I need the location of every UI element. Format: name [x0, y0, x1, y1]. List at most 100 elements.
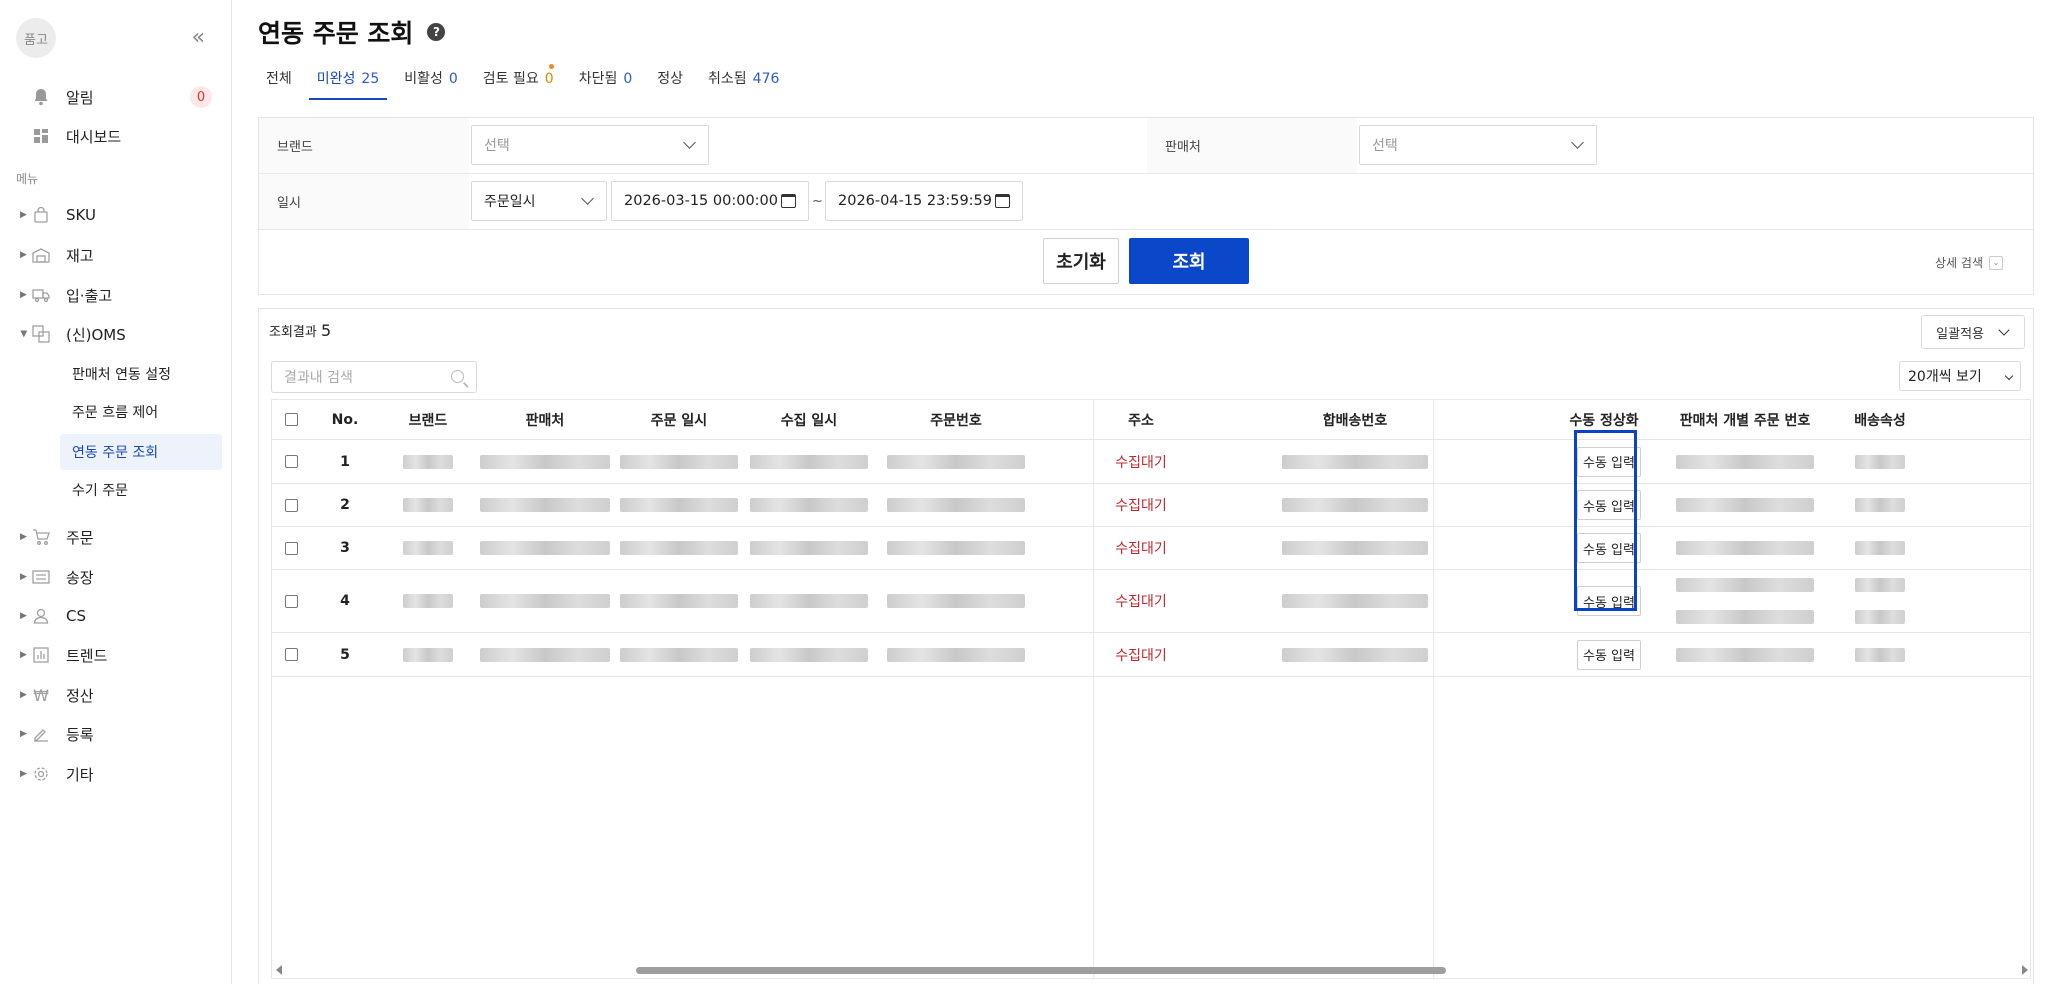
calendar-icon[interactable] [995, 194, 1010, 208]
sidebar-item-oms[interactable]: ▶ (신)OMS [0, 317, 232, 351]
sidebar-sub-order-flow[interactable]: 주문 흐름 제어 [60, 394, 222, 430]
row-checkbox[interactable] [284, 541, 298, 555]
redacted-cell [476, 484, 614, 526]
sidebar-item-label: 트렌드 [66, 646, 108, 665]
sidebar-sub-linked-orders[interactable]: 연동 주문 조회 [60, 434, 222, 470]
page-size-select[interactable]: 20개씩 보기 [1899, 361, 2021, 391]
redacted-cell [476, 440, 614, 483]
sidebar-item-cs[interactable]: ▶ CS [0, 599, 232, 633]
row-number: 1 [340, 453, 350, 470]
sidebar-item-orders[interactable]: ▶ 주문 [0, 520, 232, 554]
sidebar-sub-manual-order[interactable]: 수기 주문 [60, 472, 222, 508]
sidebar-item-sku[interactable]: ▶ SKU [0, 198, 232, 232]
bulk-apply-dropdown[interactable]: 일괄적용 [1921, 315, 2025, 349]
filter-row-date: 일시 주문일시 2026-03-15 00:00:00 ~ 2026-04-15… [259, 174, 2033, 230]
sidebar-item-invoice[interactable]: ▶ 송장 [0, 560, 232, 594]
row-checkbox[interactable] [284, 594, 298, 608]
truck-icon [30, 284, 52, 306]
tab-incomplete[interactable]: 미완성 25 [308, 62, 388, 100]
tab-inactive[interactable]: 비활성 0 [396, 62, 466, 100]
tab-cancelled[interactable]: 취소됨 476 [700, 62, 787, 100]
redacted-value [750, 647, 868, 662]
result-search-input[interactable]: 결과내 검색 [271, 361, 477, 393]
chevron-down-icon [1998, 324, 2010, 336]
sidebar-item-inout[interactable]: ▶ 입·출고 [0, 278, 232, 312]
status-collect-pending: 수집대기 [1115, 454, 1167, 471]
bell-icon [30, 86, 52, 108]
manual-input-button[interactable]: 수동 입력 [1577, 490, 1641, 520]
sidebar-header: 품고 « [0, 0, 231, 76]
gear-icon [30, 763, 52, 785]
redacted-value [1676, 454, 1814, 469]
row-checkbox[interactable] [284, 455, 298, 468]
horizontal-scrollbar[interactable] [272, 962, 2030, 978]
help-icon[interactable]: ? [427, 23, 446, 41]
scroll-right-arrow-icon[interactable] [2022, 965, 2028, 975]
sidebar-item-register[interactable]: ▶ 등록 [0, 717, 232, 751]
brand-select[interactable]: 선택 [471, 125, 709, 165]
collapse-sidebar-icon[interactable]: « [192, 26, 205, 50]
redacted-cell [1244, 633, 1466, 676]
tab-label: 비활성 [404, 71, 443, 87]
redacted-value [620, 498, 738, 512]
select-all-checkbox[interactable] [284, 413, 298, 426]
date-to-input[interactable]: 2026-04-15 23:59:59 [825, 181, 1023, 221]
tab-label: 미완성 [316, 71, 356, 87]
manual-input-button[interactable]: 수동 입력 [1577, 533, 1641, 563]
calendar-icon[interactable] [781, 194, 796, 208]
sidebar-item-label: 정산 [66, 686, 94, 705]
sidebar-item-label: 등록 [66, 725, 94, 744]
manual-input-button[interactable]: 수동 입력 [1577, 446, 1641, 477]
manual-input-button[interactable]: 수동 입력 [1577, 586, 1641, 616]
search-button[interactable]: 조회 [1129, 238, 1249, 284]
col-no: No. [331, 411, 359, 428]
row-checkbox[interactable] [284, 498, 298, 512]
caret-right-icon: ▶ [20, 729, 27, 739]
sidebar-sub-seller-integration[interactable]: 판매처 연동 설정 [60, 356, 222, 392]
row-checkbox[interactable] [284, 648, 298, 661]
caret-down-icon: ▶ [18, 330, 29, 338]
sidebar-item-label: 주문 [66, 528, 94, 547]
manual-normalize-cell: 수동 입력 [1538, 570, 1670, 632]
redacted-cell [1820, 570, 1940, 632]
seller-select[interactable]: 선택 [1359, 125, 1597, 165]
sidebar-item-dashboard[interactable]: 대시보드 [0, 119, 232, 153]
tab-blocked[interactable]: 차단됨 0 [571, 62, 641, 100]
redacted-value [1855, 454, 1905, 469]
redacted-cell [1670, 633, 1820, 676]
bag-icon [30, 204, 52, 226]
row-checkbox-cell [272, 484, 310, 526]
date-type-select[interactable]: 주문일시 [471, 181, 607, 221]
tab-all[interactable]: 전체 [258, 62, 300, 100]
reset-button[interactable]: 초기화 [1043, 238, 1119, 284]
redacted-cell [1670, 570, 1820, 632]
sidebar-item-alerts[interactable]: 알림 0 [0, 80, 232, 114]
manual-input-button[interactable]: 수동 입력 [1577, 639, 1641, 670]
manual-normalize-cell: 수동 입력 [1538, 527, 1670, 569]
sidebar-item-label: 입·출고 [66, 286, 113, 305]
tab-normal[interactable]: 정상 [649, 62, 691, 100]
sidebar-item-etc[interactable]: ▶ 기타 [0, 757, 232, 791]
redacted-cell [380, 527, 476, 569]
avatar[interactable]: 품고 [16, 18, 56, 58]
results-title-label: 조회결과 [269, 325, 317, 340]
sidebar-item-inventory[interactable]: ▶ 재고 [0, 238, 232, 272]
row-number: 2 [340, 497, 350, 513]
redacted-value [620, 454, 738, 469]
scroll-left-arrow-icon[interactable] [276, 965, 282, 975]
scrollbar-thumb[interactable] [636, 967, 1446, 974]
redacted-cell [380, 440, 476, 483]
advanced-search-toggle[interactable]: 상세 검색 ⌄ [1935, 254, 2003, 271]
results-table: No. 브랜드 판매처 주문 일시 수집 일시 주문번호 주소 합배송번호 수동… [271, 399, 2031, 979]
redacted-value [887, 498, 1025, 512]
tab-review-needed[interactable]: 검토 필요 0 [475, 62, 562, 100]
tab-label: 검토 필요 [482, 71, 539, 87]
caret-right-icon: ▶ [20, 532, 27, 542]
caret-right-icon: ▶ [20, 210, 27, 220]
sidebar-item-settlement[interactable]: ▶ ₩ 정산 [0, 678, 232, 712]
sidebar-item-label: (신)OMS [66, 325, 126, 344]
date-from-input[interactable]: 2026-03-15 00:00:00 [611, 181, 809, 221]
redacted-cell [476, 633, 614, 676]
sidebar-item-trend[interactable]: ▶ 트렌드 [0, 638, 232, 672]
search-icon[interactable] [451, 370, 464, 383]
